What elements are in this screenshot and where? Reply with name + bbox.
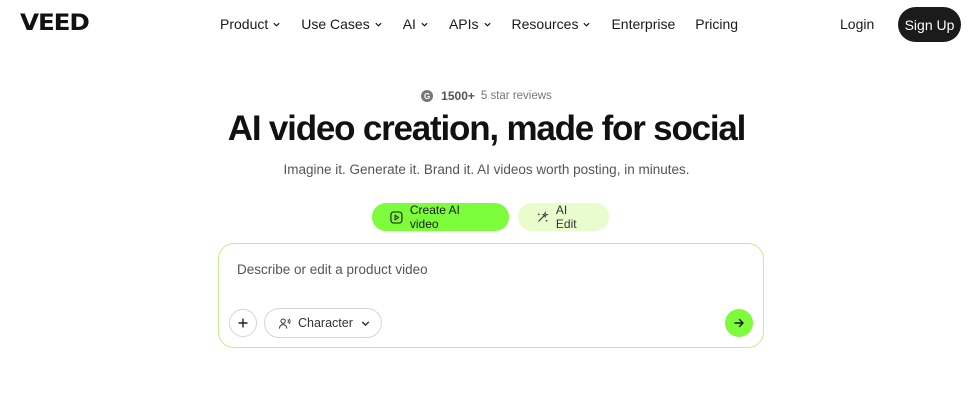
chevron-down-icon: [273, 22, 280, 27]
chevron-down-icon: [421, 22, 428, 27]
page-title: AI video creation, made for social: [227, 109, 747, 148]
mode-tabs: Create AI video AI Edit: [0, 203, 973, 231]
login-link[interactable]: Login: [840, 16, 874, 32]
nav-item-ai[interactable]: AI: [403, 16, 429, 32]
reviews-count: 1500+: [441, 89, 475, 103]
nav-item-use-cases[interactable]: Use Cases: [301, 16, 382, 32]
nav-item-label: Product: [220, 16, 269, 32]
arrow-right-icon: [734, 318, 744, 328]
nav-item-label: Enterprise: [611, 16, 676, 32]
play-square-icon: [390, 210, 403, 224]
nav-item-pricing[interactable]: Pricing: [695, 16, 738, 32]
google-icon: G: [421, 90, 434, 102]
nav-item-apis[interactable]: APIs: [449, 16, 492, 32]
top-nav: VEED Product Use Cases AI APIs Resources…: [0, 0, 973, 48]
character-icon: [278, 317, 291, 329]
create-ai-video-button[interactable]: Create AI video: [372, 203, 509, 231]
reviews-text: 5 star reviews: [480, 90, 552, 102]
create-ai-video-label: Create AI video: [409, 203, 460, 231]
reviews-badge: G 1500+ 5 star reviews: [0, 89, 973, 103]
nav-item-resources[interactable]: Resources: [512, 16, 592, 32]
nav-item-label: Pricing: [695, 16, 739, 32]
chevron-down-icon: [483, 22, 491, 27]
veed-logo[interactable]: VEED: [20, 13, 90, 35]
ai-edit-label: AI Edit: [555, 203, 577, 231]
magic-wand-icon: [537, 210, 549, 222]
nav-item-label: Resources: [511, 16, 579, 32]
add-button[interactable]: [229, 309, 257, 337]
character-label: Character: [298, 316, 353, 330]
page-subtitle: Imagine it. Generate it. Brand it. AI vi…: [283, 162, 690, 177]
chevron-down-icon: [361, 320, 370, 326]
send-button[interactable]: [725, 309, 753, 337]
character-select[interactable]: Character: [264, 308, 382, 338]
nav-item-enterprise[interactable]: Enterprise: [611, 16, 675, 32]
chevron-down-icon: [583, 22, 591, 27]
main-menu: Product Use Cases AI APIs Resources Ente…: [220, 16, 738, 32]
nav-item-label: APIs: [448, 16, 479, 32]
nav-item-label: AI: [402, 16, 416, 32]
chevron-down-icon: [375, 22, 382, 27]
nav-item-label: Use Cases: [301, 16, 370, 32]
prompt-input[interactable]: [237, 262, 717, 277]
prompt-box: Character: [218, 243, 764, 348]
ai-edit-button[interactable]: AI Edit: [518, 203, 609, 231]
nav-item-product[interactable]: Product: [220, 16, 281, 32]
signup-button[interactable]: Sign Up: [898, 7, 961, 42]
plus-icon: [238, 318, 248, 328]
